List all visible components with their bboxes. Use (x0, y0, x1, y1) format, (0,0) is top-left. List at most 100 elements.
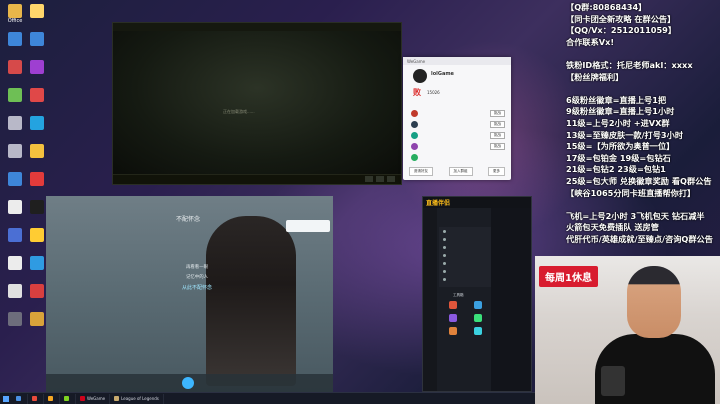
friend-row[interactable]: 挑战 (411, 109, 505, 118)
taskbar-app-icon (114, 396, 120, 401)
taskbar-item[interactable]: League of Legends (110, 393, 164, 404)
scene-item[interactable] (439, 227, 491, 235)
desktop-icon[interactable] (4, 144, 26, 158)
desktop-icon[interactable] (4, 256, 26, 270)
more-button[interactable]: 更多 (488, 167, 505, 176)
profile-footer: 邀请好友 加入群组 更多 (409, 167, 505, 176)
desktop-icon[interactable] (26, 60, 48, 74)
live-tool-header: 直播伴侣 (423, 197, 531, 208)
game-ctrl-button[interactable] (365, 176, 373, 182)
app-icon (30, 200, 44, 214)
desktop-icon[interactable] (4, 32, 26, 46)
game-loading-window[interactable]: 正在加载游戏...... (112, 22, 402, 185)
challenge-button[interactable]: 挑战 (490, 110, 505, 117)
lyric-line-active: 从此不配怀念 (181, 285, 212, 291)
song-title: 不配怀念 (176, 216, 201, 223)
taskbar-item[interactable]: WeGame (76, 393, 111, 404)
comment-pill[interactable] (286, 220, 330, 232)
challenge-button[interactable]: 挑战 (490, 143, 505, 150)
tool-icon (473, 314, 482, 322)
stream-notice-overlay: 【Q群:80868434】 【同卡团全新攻略 在群公告】 【QQ/Vx：251201… (566, 0, 720, 256)
scene-dot-icon (443, 245, 446, 249)
notice-line: 飞机=上号2小时 3飞机包天 钻石减半 (566, 210, 705, 221)
challenge-button[interactable]: 挑战 (490, 121, 505, 128)
app-icon (30, 172, 44, 186)
game-ctrl-button[interactable] (376, 176, 384, 182)
profile-header: WeGame (403, 57, 511, 65)
tool-button[interactable] (443, 314, 464, 323)
taskbar-item[interactable] (60, 393, 76, 404)
taskbar-app-icon (32, 396, 37, 401)
app-icon (8, 60, 22, 74)
friend-row[interactable] (411, 153, 505, 162)
desktop-icon[interactable]: Office (4, 4, 26, 24)
notice-line: 9级粉丝徽章=直播上号1小时 (566, 106, 675, 117)
tool-button[interactable] (443, 327, 464, 336)
taskbar-item[interactable] (28, 393, 44, 404)
desktop-icon[interactable] (4, 172, 26, 186)
app-icon (8, 312, 22, 326)
desktop-icon[interactable] (26, 312, 48, 326)
notice-line: 铁粉ID格式：托尼老师akl：xxxx (566, 60, 693, 70)
taskbar-item[interactable] (12, 393, 28, 404)
friend-row[interactable]: 挑战 (411, 142, 505, 151)
desktop-icon[interactable] (4, 228, 26, 242)
desktop-icon[interactable] (4, 200, 26, 214)
desktop-icon[interactable] (26, 32, 48, 46)
desktop-icon[interactable] (26, 256, 48, 270)
toolbox-label: 工具箱 (453, 293, 464, 297)
game-ctrl-button[interactable] (387, 176, 395, 182)
taskbar-app-icon (64, 396, 69, 401)
desktop-icon[interactable] (26, 4, 48, 18)
scene-dot-icon (443, 253, 446, 257)
scene-item[interactable] (439, 251, 491, 259)
tool-button[interactable] (443, 301, 464, 310)
player-avatar[interactable] (413, 69, 427, 83)
app-icon (8, 200, 22, 214)
desktop-icon[interactable] (4, 312, 26, 326)
desktop-icon-label: Office (7, 18, 23, 24)
notice-line: 21级=包钻2 23级=包钻1 (566, 164, 666, 175)
desktop-icon[interactable] (4, 284, 26, 298)
tool-button[interactable] (468, 327, 489, 336)
windows-icon (3, 395, 9, 402)
app-icon (8, 116, 22, 130)
notice-line: 合作联系Vx! (566, 36, 615, 47)
notice-line: 【峡谷1065分同卡班直播帮你打】 (566, 187, 696, 198)
notice-line: 17级=包铂金 19级=包钻石 (566, 152, 671, 163)
scene-item[interactable] (439, 275, 491, 283)
app-icon (30, 116, 44, 130)
notice-line: 【粉丝牌福利】 (566, 71, 624, 82)
tool-button[interactable] (468, 301, 489, 310)
desktop-icon[interactable] (4, 60, 26, 74)
game-title-bar[interactable] (113, 23, 401, 31)
scene-item[interactable] (439, 267, 491, 275)
app-icon (8, 144, 22, 158)
play-button[interactable] (182, 377, 194, 389)
desktop-icon[interactable] (4, 88, 26, 102)
desktop-icon[interactable] (4, 116, 26, 130)
friend-row[interactable]: 挑战 (411, 120, 505, 129)
invite-button[interactable]: 邀请好友 (409, 167, 433, 176)
join-group-button[interactable]: 加入群组 (448, 167, 473, 176)
scene-item[interactable] (439, 243, 491, 251)
desktop-icon[interactable] (26, 172, 48, 186)
notice-line: 【QQ/Vx：2512011059】 (566, 25, 677, 36)
scene-item[interactable] (439, 235, 491, 243)
scene-item[interactable] (439, 259, 491, 267)
tool-button[interactable] (468, 314, 489, 323)
desktop-icon[interactable] (26, 144, 48, 158)
notice-line: 6级粉丝徽章=直播上号1把 (566, 94, 667, 105)
desktop-icon[interactable] (26, 200, 48, 214)
friend-row[interactable]: 挑战 (411, 131, 505, 140)
desktop-icon[interactable] (26, 116, 48, 130)
challenge-button[interactable]: 挑战 (490, 132, 505, 139)
desktop-icon[interactable] (26, 284, 48, 298)
desktop-icon[interactable] (26, 228, 48, 242)
app-icon (8, 32, 22, 46)
desktop-icon[interactable] (26, 88, 48, 102)
taskbar-item[interactable] (44, 393, 60, 404)
start-button[interactable] (0, 393, 12, 404)
taskbar-app-icon (48, 396, 53, 401)
lyric-line: 记忆中的人 (186, 275, 208, 280)
